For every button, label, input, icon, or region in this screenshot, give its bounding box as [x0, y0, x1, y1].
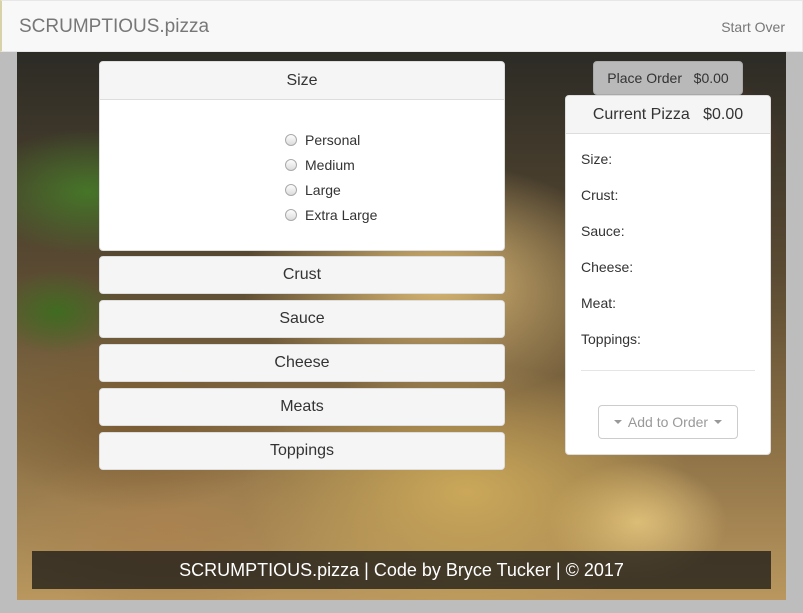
meats-panel[interactable]: Meats — [99, 388, 505, 426]
detail-crust: Crust: — [581, 187, 619, 203]
caret-down-icon — [714, 420, 723, 424]
detail-size: Size: — [581, 151, 613, 167]
size-options: Personal Medium Large Extra Large — [285, 127, 377, 227]
divider — [581, 370, 755, 371]
size-option-extra-large[interactable]: Extra Large — [285, 202, 377, 227]
radio-icon[interactable] — [285, 208, 297, 221]
cheese-panel[interactable]: Cheese — [99, 344, 505, 382]
current-pizza-header: Current Pizza $0.00 — [566, 96, 770, 134]
meats-panel-header[interactable]: Meats — [100, 389, 504, 425]
detail-toppings: Toppings: — [581, 331, 641, 347]
size-option-large[interactable]: Large — [285, 177, 377, 202]
current-pizza-title: Current Pizza — [592, 106, 690, 123]
add-to-order-label: Add to Order — [627, 414, 709, 430]
size-option-medium[interactable]: Medium — [285, 152, 377, 177]
crust-panel-header[interactable]: Crust — [100, 257, 504, 293]
toppings-panel-header[interactable]: Toppings — [100, 433, 504, 469]
add-to-order-button[interactable]: Add to Order — [598, 405, 738, 439]
sauce-panel-header[interactable]: Sauce — [100, 301, 504, 337]
size-option-label: Extra Large — [305, 206, 378, 223]
size-option-label: Medium — [305, 156, 355, 173]
size-option-label: Personal — [305, 131, 361, 148]
size-option-personal[interactable]: Personal — [285, 127, 377, 152]
sauce-panel[interactable]: Sauce — [99, 300, 505, 338]
brand-logo[interactable]: SCRUMPTIOUS.pizza — [19, 16, 209, 38]
detail-cheese: Cheese: — [581, 259, 634, 275]
size-panel-header[interactable]: Size — [100, 62, 504, 100]
place-order-label: Place Order — [607, 70, 682, 86]
navbar: SCRUMPTIOUS.pizza Start Over — [0, 0, 803, 52]
caret-down-icon — [613, 420, 622, 424]
detail-meat: Meat: — [581, 295, 617, 311]
footer: SCRUMPTIOUS.pizza | Code by Bryce Tucker… — [32, 551, 771, 589]
current-pizza-amount: $0.00 — [703, 106, 744, 123]
size-panel: Size Personal Medium Large Extra Large — [99, 61, 505, 251]
current-pizza-panel: Current Pizza $0.00 Size: Crust: Sauce: … — [565, 95, 771, 455]
size-option-label: Large — [305, 181, 341, 198]
radio-icon[interactable] — [285, 158, 297, 171]
place-order-amount: $0.00 — [693, 70, 729, 86]
place-order-button[interactable]: Place Order $0.00 — [593, 61, 743, 95]
radio-icon[interactable] — [285, 133, 297, 146]
cheese-panel-header[interactable]: Cheese — [100, 345, 504, 381]
start-over-link[interactable]: Start Over — [721, 19, 785, 35]
toppings-panel[interactable]: Toppings — [99, 432, 505, 470]
radio-icon[interactable] — [285, 183, 297, 196]
current-pizza-details: Size: Crust: Sauce: Cheese: Meat: Toppin… — [566, 134, 770, 371]
crust-panel[interactable]: Crust — [99, 256, 505, 294]
detail-sauce: Sauce: — [581, 223, 625, 239]
